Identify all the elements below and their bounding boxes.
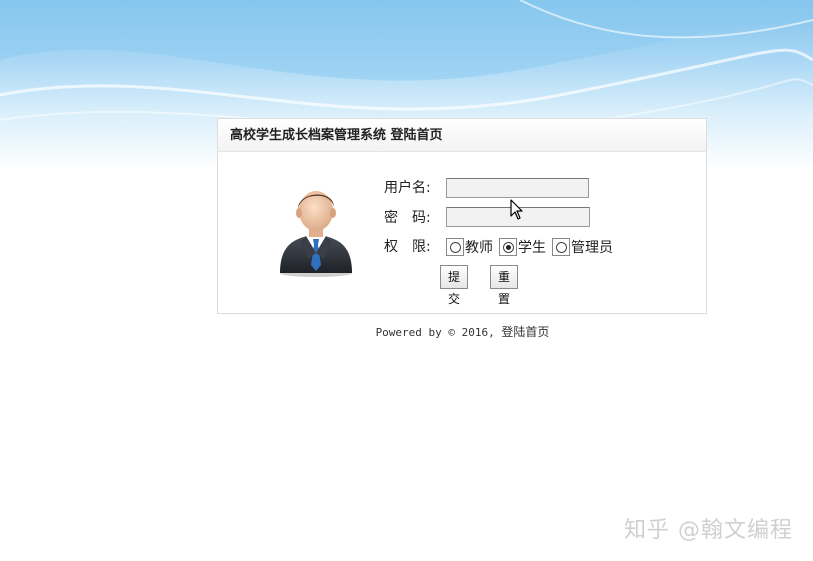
- role-row: 权 限: 教师 学生 管理员: [384, 236, 644, 258]
- password-label: 密 码:: [384, 210, 431, 226]
- login-page: 高校学生成长档案管理系统 登陆首页 用户名: 密 码: 权 限: 教师 学生 管…: [0, 0, 813, 561]
- role-radio-group: 教师 学生 管理员: [446, 236, 619, 258]
- radio-teacher[interactable]: [449, 241, 461, 253]
- role-student-label: 学生: [518, 240, 546, 256]
- radio-teacher-box: [446, 238, 464, 256]
- radio-admin[interactable]: [555, 241, 567, 253]
- role-teacher-label: 教师: [465, 240, 493, 256]
- user-avatar-icon: [280, 191, 352, 277]
- username-input[interactable]: [446, 178, 589, 198]
- role-option-admin[interactable]: 管理员: [552, 237, 613, 257]
- role-admin-label: 管理员: [571, 240, 613, 256]
- footer: Powered by © 2016, 登陆首页: [0, 323, 813, 340]
- role-option-student[interactable]: 学生: [499, 237, 546, 257]
- radio-admin-box: [552, 238, 570, 256]
- role-option-teacher[interactable]: 教师: [446, 237, 493, 257]
- radio-student[interactable]: [502, 241, 514, 253]
- mouse-pointer-icon: [510, 199, 523, 220]
- username-label: 用户名:: [384, 180, 431, 196]
- radio-selected-dot: [505, 244, 511, 250]
- role-label: 权 限:: [384, 239, 431, 255]
- footer-site-link[interactable]: 登陆首页: [501, 325, 549, 339]
- radio-student-box: [499, 238, 517, 256]
- watermark-text: 知乎 @翰文编程: [624, 518, 793, 543]
- login-panel: 高校学生成长档案管理系统 登陆首页 用户名: 密 码: 权 限: 教师 学生 管…: [217, 118, 707, 314]
- submit-button[interactable]: 提交: [440, 265, 469, 306]
- panel-title: 高校学生成长档案管理系统 登陆首页: [218, 119, 706, 152]
- footer-powered-by: Powered by © 2016,: [375, 326, 502, 339]
- reset-button[interactable]: 重置: [490, 265, 519, 306]
